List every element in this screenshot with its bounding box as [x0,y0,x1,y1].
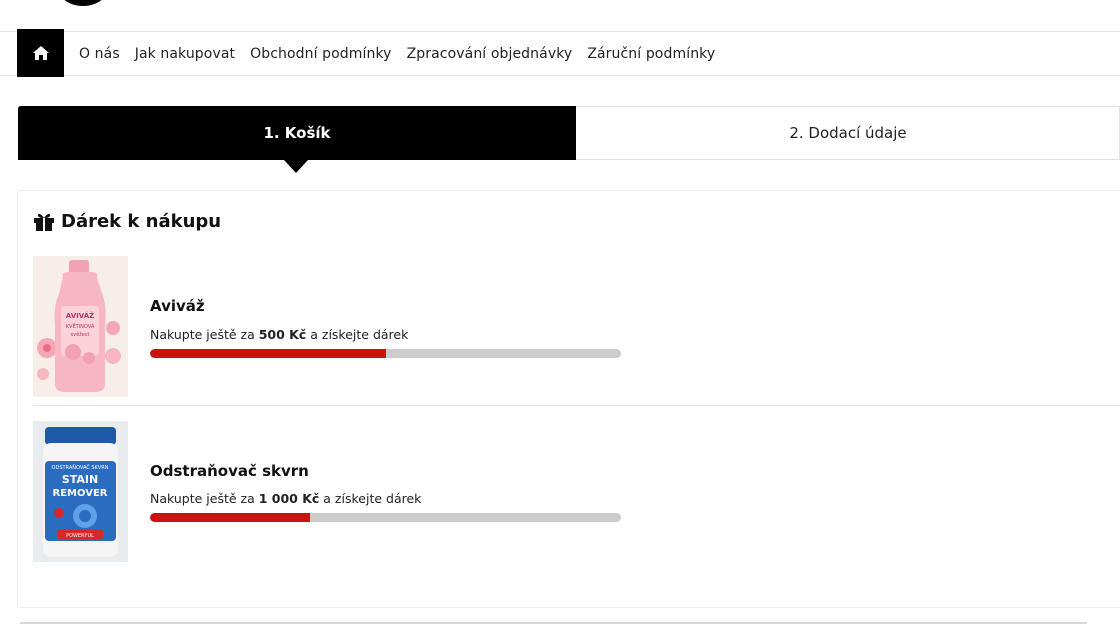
home-icon [32,46,49,60]
gift-name: Odstraňovač skvrn [150,462,309,480]
main-nav: O nás Jak nakupovat Obchodní podmínky Zp… [0,29,1120,77]
product-image-avivaz[interactable]: AVIVÁŽ KVĚTINOVÁ svěžest [33,256,128,397]
svg-text:svěžest: svěžest [71,331,90,338]
nav-link-o-nas[interactable]: O nás [79,46,120,62]
nav-link-jak-nakupovat[interactable]: Jak nakupovat [135,46,235,62]
gift-progress-bar [150,349,621,358]
gift-progress-fill [150,349,386,358]
gift-panel: Dárek k nákupu AVIVÁŽ KVĚTINOVÁ svěžest [17,190,1120,608]
active-step-indicator [284,160,308,173]
gift-name: Aviváž [150,297,205,315]
gift-icon [34,213,54,231]
nav-link-obchodni-podminky[interactable]: Obchodní podmínky [250,46,391,62]
svg-text:ODSTRAŇOVAČ SKVRN: ODSTRAŇOVAČ SKVRN [52,464,109,471]
svg-text:REMOVER: REMOVER [53,488,108,499]
product-image-stain-remover[interactable]: ODSTRAŇOVAČ SKVRN STAIN REMOVER POWERFUL [33,421,128,562]
logo[interactable] [60,0,106,6]
svg-text:STAIN: STAIN [62,473,98,486]
gift-item-avivaz: AVIVÁŽ KVĚTINOVÁ svěžest Aviváž Nakupte … [33,256,1120,406]
nav-link-zpracovani-objednavky[interactable]: Zpracování objednávky [407,46,573,62]
gift-condition-text: Nakupte ještě za 500 Kč a získejte dárek [150,327,409,342]
nav-link-zarucni-podminky[interactable]: Záruční podmínky [587,46,715,62]
step-delivery[interactable]: 2. Dodací údaje [576,107,1120,159]
gift-remaining-amount: 1 000 Kč [258,491,320,506]
gift-panel-title: Dárek k nákupu [61,211,222,232]
home-button[interactable] [17,29,64,77]
svg-text:AVIVÁŽ: AVIVÁŽ [66,311,94,320]
gift-panel-header: Dárek k nákupu [33,211,221,232]
gift-item-odstranovac-skvrn: ODSTRAŇOVAČ SKVRN STAIN REMOVER POWERFUL… [33,421,1120,566]
gift-remaining-amount: 500 Kč [258,327,307,342]
section-divider [20,622,1087,624]
gift-progress-bar [150,513,621,522]
svg-text:POWERFUL: POWERFUL [66,533,94,539]
svg-text:KVĚTINOVÁ: KVĚTINOVÁ [66,322,95,330]
checkout-steps: 1. Košík 2. Dodací údaje [18,106,1120,173]
gift-progress-fill [150,513,311,522]
nav-links: O nás Jak nakupovat Obchodní podmínky Zp… [79,32,730,75]
gift-condition-text: Nakupte ještě za 1 000 Kč a získejte dár… [150,491,422,506]
step-cart[interactable]: 1. Košík [18,106,576,160]
